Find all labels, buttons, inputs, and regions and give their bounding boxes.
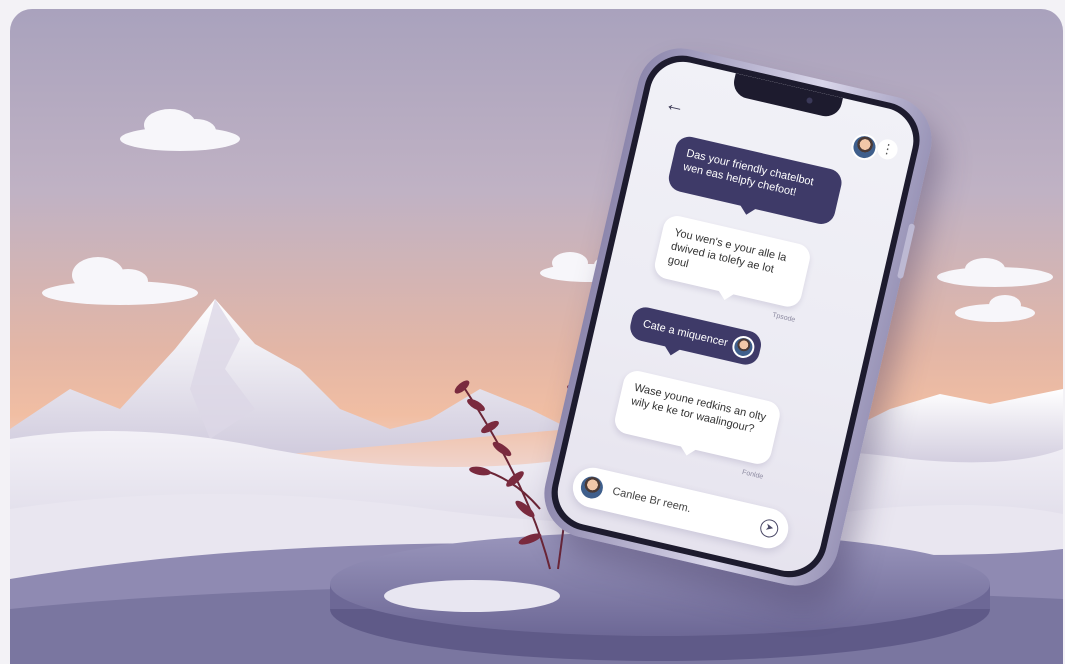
- chat-bubble-user: You wen's e your alle la dwived ia tolef…: [652, 213, 813, 310]
- composer-input[interactable]: Canlee Br reem.: [611, 485, 692, 515]
- hero-image: ← ⋮ Das your friendly chatelbot wen eas …: [10, 9, 1063, 664]
- chat-bubble-bot: Das your friendly chatelbot wen eas help…: [666, 133, 845, 227]
- arrow-left-icon[interactable]: ←: [663, 92, 687, 119]
- chat-bubble-bot: Cate a miquencer: [627, 304, 764, 368]
- avatar: [576, 471, 608, 504]
- message-timestamp: Fonlde: [741, 469, 764, 481]
- message-timestamp: Tpsode: [771, 311, 796, 324]
- message-text: Wase youne redkins an olty wily ke ke to…: [629, 381, 768, 436]
- send-icon[interactable]: ➤: [758, 517, 781, 540]
- message-text: You wen's e your alle la dwived ia tolef…: [666, 226, 788, 276]
- avatar[interactable]: [848, 131, 881, 163]
- message-text: Cate a miquencer: [641, 317, 729, 350]
- chat-bubble-user: Wase youne redkins an olty wily ke ke to…: [612, 368, 783, 467]
- message-text: Das your friendly chatelbot wen eas help…: [682, 147, 815, 199]
- avatar: [730, 333, 757, 361]
- more-vertical-icon[interactable]: ⋮: [875, 137, 900, 162]
